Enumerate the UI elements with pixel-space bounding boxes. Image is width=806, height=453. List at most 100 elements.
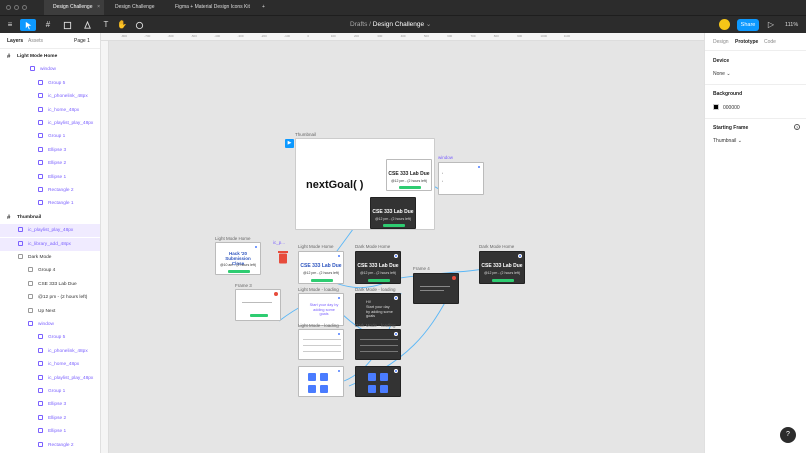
starting-frame-select[interactable]: Thumbnail ⌄ xyxy=(713,138,742,144)
layer-item[interactable]: Ellipse 3 xyxy=(0,398,100,411)
layer-item[interactable]: Dark Mode xyxy=(0,251,100,264)
window-close-dot[interactable] xyxy=(6,5,11,10)
layer-item[interactable]: Rectangle 2 xyxy=(0,439,100,452)
frame-label-dark-mode-loading-2[interactable]: Dark Mode - loading xyxy=(355,323,396,328)
layer-item[interactable]: Ellipse 1 xyxy=(0,171,100,184)
new-tab-button[interactable]: + xyxy=(256,0,270,15)
layer-item[interactable]: Ellipse 1 xyxy=(0,425,100,438)
frame-light-mode-list[interactable] xyxy=(298,329,344,360)
frame-4[interactable] xyxy=(413,273,459,304)
tab-assets[interactable]: Assets xyxy=(28,38,43,44)
info-icon[interactable]: ? xyxy=(794,124,800,130)
avatar[interactable] xyxy=(719,19,730,30)
layer-item[interactable]: window xyxy=(0,63,100,76)
frame-label-light-mode-home[interactable]: Light Mode Home xyxy=(215,236,251,241)
frame-label-thumbnail[interactable]: Thumbnail xyxy=(295,132,316,137)
frame-label-dark-mode-loading[interactable]: Dark Mode - loading xyxy=(355,287,396,292)
layer-item[interactable]: @12 pm - (2 hours left) xyxy=(0,291,100,304)
layer-item[interactable]: Thumbnail xyxy=(0,211,100,224)
frame-light-mode-icons[interactable] xyxy=(298,366,344,397)
breadcrumb-drafts[interactable]: Drafts xyxy=(350,21,367,28)
frame-dark-mode-home-2[interactable]: CSE 333 Lab Due @12 pm - (2 hours left) xyxy=(479,251,525,284)
layer-item[interactable]: ic_playlist_play_48px xyxy=(0,224,100,238)
layer-label: Ellipse 1 xyxy=(48,174,67,180)
layer-item[interactable]: Group 1 xyxy=(0,385,100,398)
tab-design[interactable]: Design xyxy=(713,39,729,45)
frame-label-light-mode-home-2[interactable]: Light Mode Home xyxy=(298,244,334,249)
tab-code[interactable]: Code xyxy=(764,39,776,45)
tab-design-challenge[interactable]: Design Challenge xyxy=(106,0,166,15)
background-swatch[interactable] xyxy=(713,104,719,110)
frame-window[interactable]: • • xyxy=(438,162,484,195)
layer-item[interactable]: window xyxy=(0,318,100,331)
frame-light-mode-home[interactable]: Hack '20 Submission Close @10 am - (2 ho… xyxy=(215,242,261,275)
menu-icon[interactable]: ≡ xyxy=(4,19,16,31)
tab-design-challenge-active[interactable]: Design Challenge × xyxy=(44,0,104,15)
background-hex-input[interactable]: 000000 xyxy=(723,105,740,111)
move-tool-icon[interactable] xyxy=(20,19,36,31)
page-selector[interactable]: Page 1 xyxy=(74,38,90,44)
chevron-down-icon[interactable]: ⌄ xyxy=(426,21,431,28)
frame-dark-mode-loading[interactable]: Hi! Start your day by adding some goals xyxy=(355,293,401,326)
layer-item[interactable]: ic_playlist_play_48px xyxy=(0,117,100,130)
layer-item[interactable]: ic_home_48px xyxy=(0,358,100,371)
pen-tool-icon[interactable] xyxy=(81,19,93,31)
frame-light-mode-home-2[interactable]: CSE 333 Lab Due @12 pm - (2 hours left) xyxy=(298,251,344,284)
device-select[interactable]: None ⌄ xyxy=(713,71,731,77)
frame-light-mode-loading[interactable]: Start your day by adding some goals xyxy=(298,293,344,326)
play-icon[interactable]: ▷ xyxy=(765,19,777,31)
share-button[interactable]: Share xyxy=(737,19,759,31)
trash-icon[interactable] xyxy=(277,250,289,264)
frame-label-ic-p[interactable]: ic_p... xyxy=(273,240,285,245)
layer-item[interactable]: ic_playlist_play_48px xyxy=(0,372,100,385)
window-minimize-dot[interactable] xyxy=(14,5,19,10)
frame-label-dark-mode-home[interactable]: Dark Mode Home xyxy=(355,244,390,249)
frame-label-dark-mode-home-2[interactable]: Dark Mode Home xyxy=(479,244,514,249)
text-tool-icon[interactable]: T xyxy=(100,19,112,31)
flow-start-play-icon[interactable]: ▶ xyxy=(285,139,294,148)
canvas[interactable]: Thumbnail nextGoal( ) CSE 333 Lab Due @1… xyxy=(109,41,704,453)
layer-item[interactable]: Light Mode Home xyxy=(0,50,100,63)
layer-item[interactable]: ic_phonelink_48px xyxy=(0,345,100,358)
phonelink-icon xyxy=(368,385,376,393)
frame-dark-mode-list[interactable] xyxy=(355,329,401,360)
layer-icon xyxy=(38,133,43,139)
layer-item[interactable]: Rectangle 1 xyxy=(0,197,100,210)
zoom-level[interactable]: 111% xyxy=(785,20,798,30)
frame-label-light-mode-loading[interactable]: Light Mode - loading xyxy=(298,287,339,292)
layer-item[interactable]: ic_phonelink_48px xyxy=(0,90,100,103)
layer-item[interactable]: Ellipse 2 xyxy=(0,412,100,425)
frame-label-window[interactable]: window xyxy=(438,155,453,160)
file-name[interactable]: Design Challenge xyxy=(373,21,424,28)
tab-material-icons-kit[interactable]: Figma + Material Design Icons Kit xyxy=(166,0,258,15)
frame-label-frame-4[interactable]: Frame 4 xyxy=(413,266,430,271)
background-label: Background xyxy=(713,91,743,97)
layer-item[interactable]: CSE 333 Lab Due xyxy=(0,278,100,291)
comment-tool-icon[interactable] xyxy=(133,19,145,31)
frame-dark-mode-home[interactable]: CSE 333 Lab Due @12 pm - (2 hours left) xyxy=(355,251,401,284)
shape-tool-icon[interactable] xyxy=(61,19,73,31)
breadcrumb[interactable]: Drafts / Design Challenge ⌄ xyxy=(350,20,431,30)
layer-item[interactable]: Group 1 xyxy=(0,130,100,143)
layer-item[interactable]: ic_library_add_48px xyxy=(0,237,100,251)
help-button[interactable]: ? xyxy=(780,427,796,443)
layer-item[interactable]: Rectangle 2 xyxy=(0,184,100,197)
frame-label-frame-3[interactable]: Frame 3 xyxy=(235,283,252,288)
frame-tool-icon[interactable]: # xyxy=(42,19,54,31)
tab-prototype[interactable]: Prototype xyxy=(735,39,758,45)
layer-item[interactable]: Group 4 xyxy=(0,264,100,277)
close-icon[interactable]: × xyxy=(97,0,100,15)
layer-item[interactable]: Ellipse 3 xyxy=(0,144,100,157)
frame-3[interactable] xyxy=(235,289,281,321)
frame-dark-mode-icons[interactable] xyxy=(355,366,401,397)
frame-label-light-mode-loading-2[interactable]: Light Mode - loading xyxy=(298,323,339,328)
layer-item[interactable]: Group 5 xyxy=(0,331,100,344)
layer-item[interactable]: ic_home_48px xyxy=(0,104,100,117)
tab-layers[interactable]: Layers xyxy=(7,38,23,44)
layer-item[interactable]: Up Next xyxy=(0,305,100,318)
layer-item[interactable]: Group 5 xyxy=(0,77,100,90)
window-maximize-dot[interactable] xyxy=(22,5,27,10)
hand-tool-icon[interactable]: ✋ xyxy=(116,19,128,31)
frame-thumbnail[interactable]: nextGoal( ) CSE 333 Lab Due @12 pm - (2 … xyxy=(295,138,435,230)
layer-item[interactable]: Ellipse 2 xyxy=(0,157,100,170)
